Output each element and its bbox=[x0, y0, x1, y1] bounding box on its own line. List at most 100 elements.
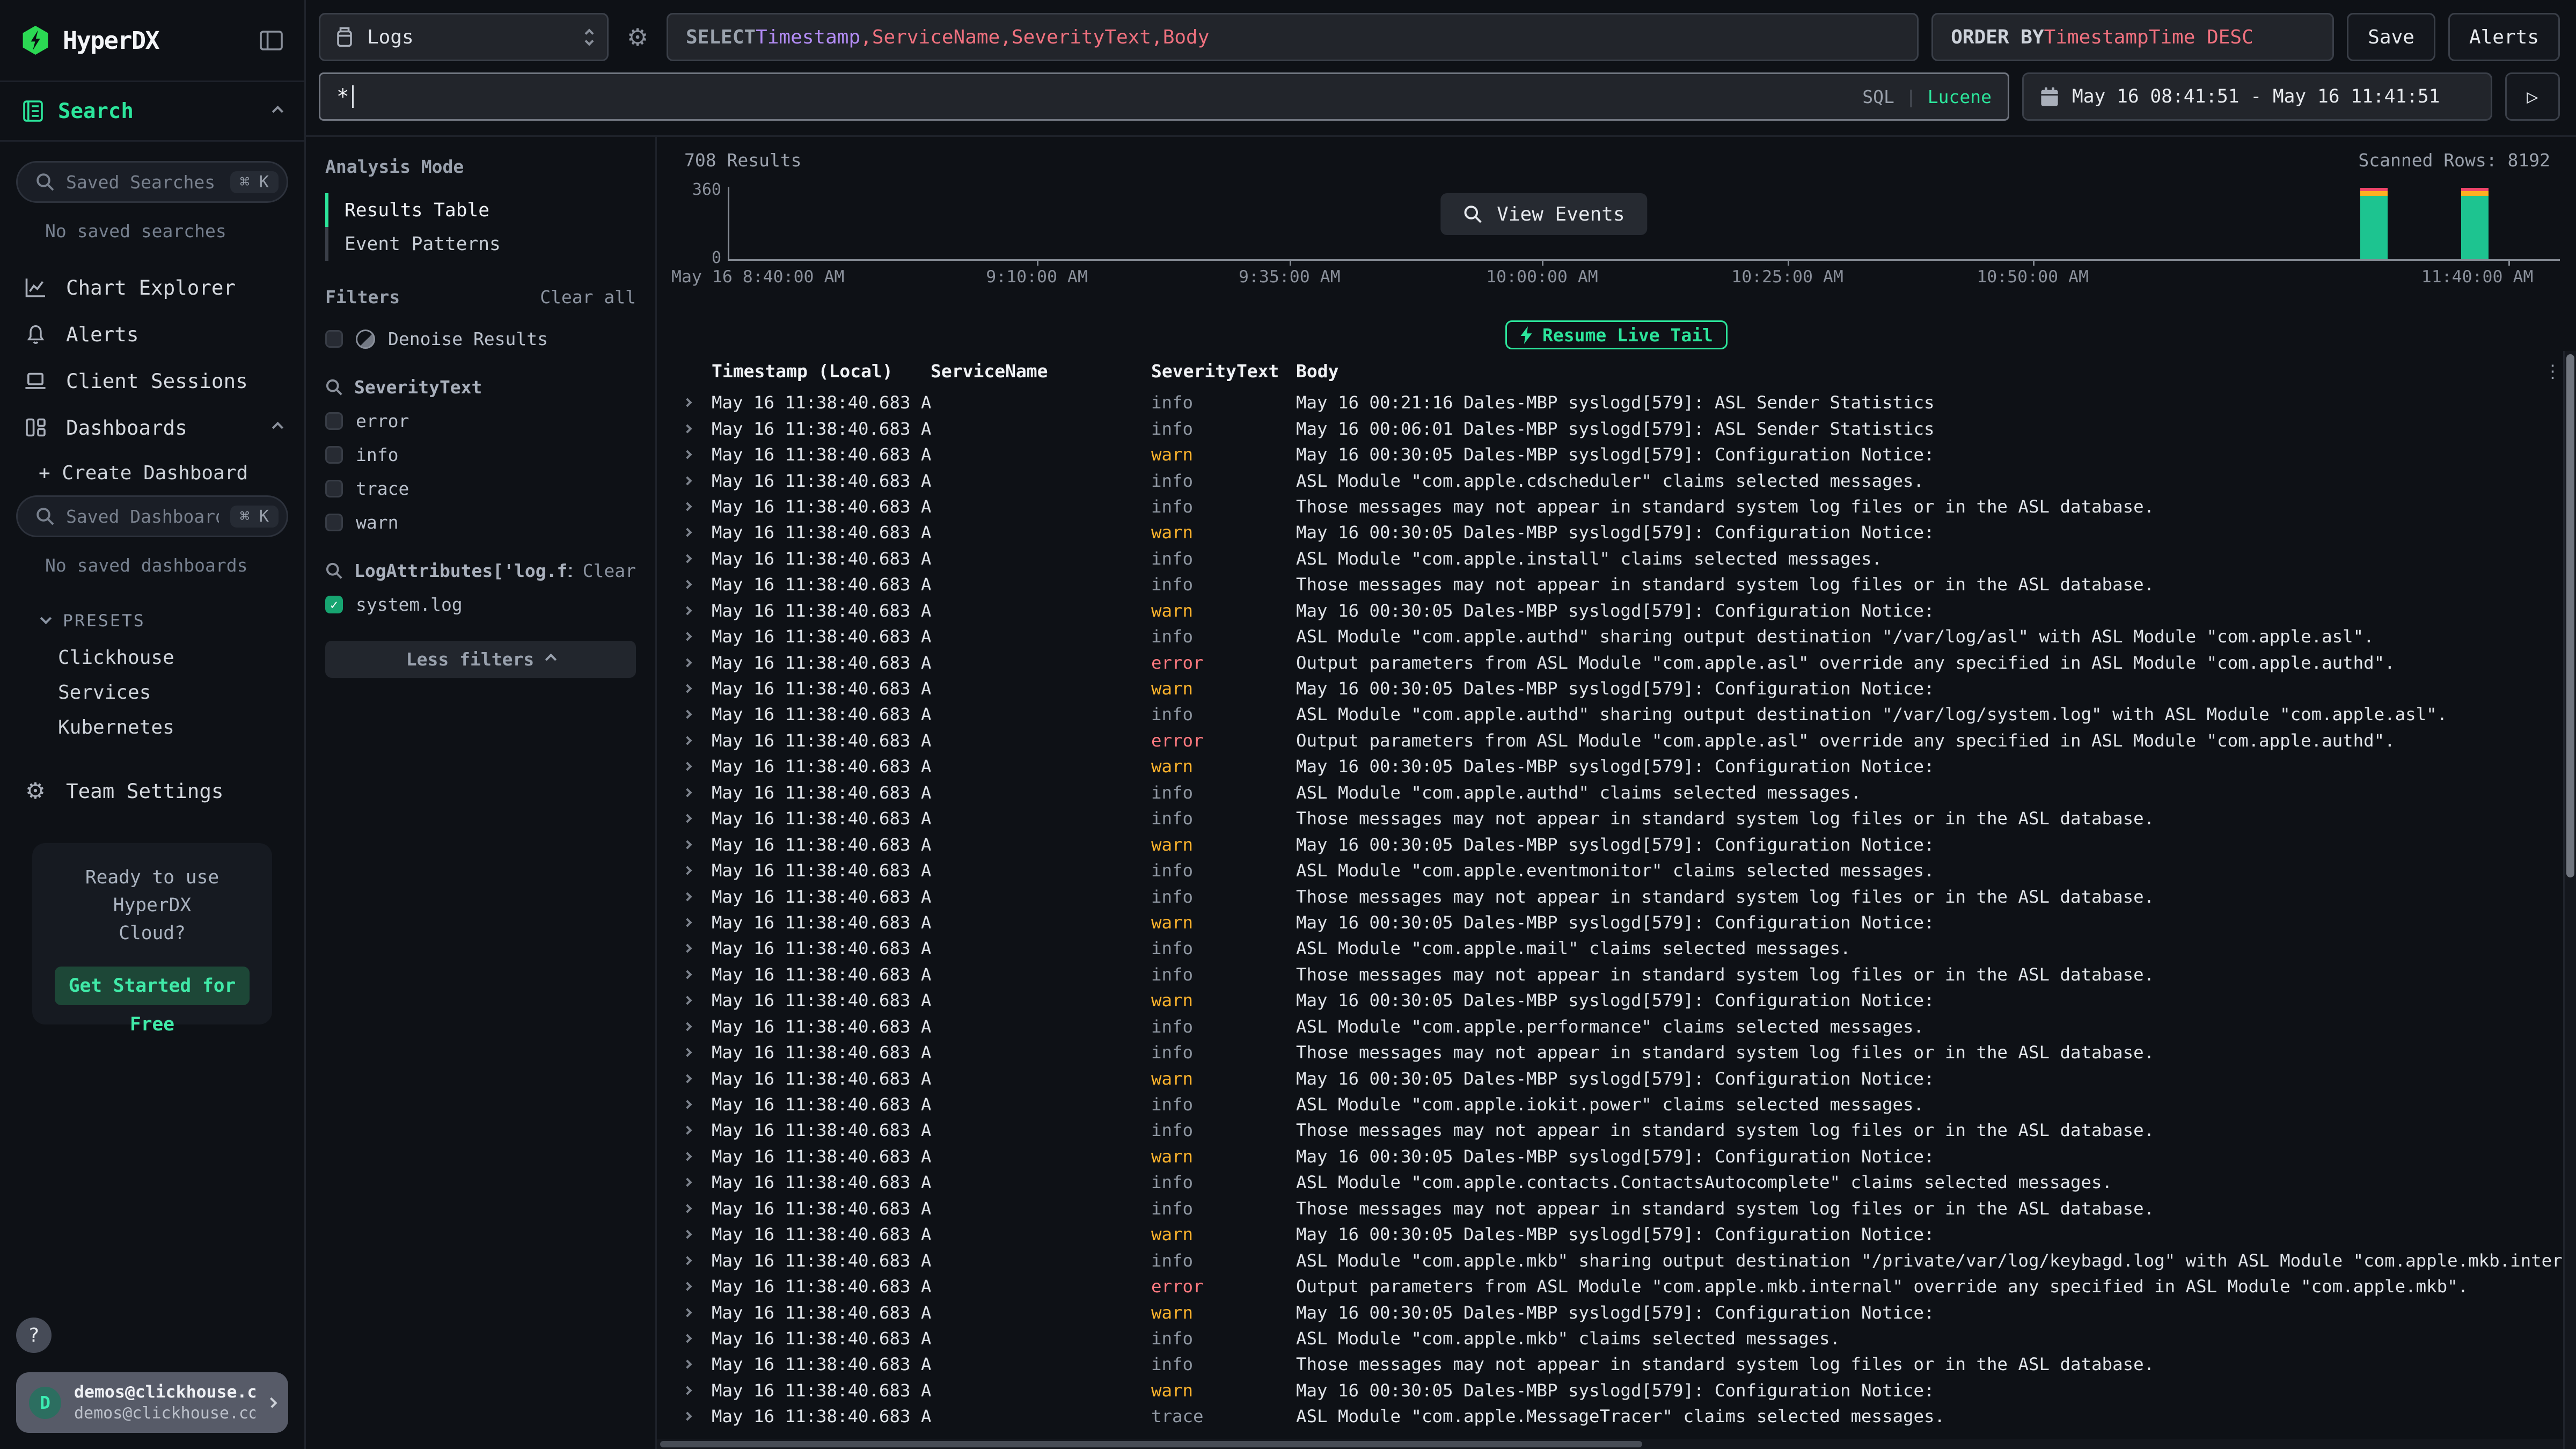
table-row[interactable]: May 16 11:38:40.683 AMwarnMay 16 00:30:0… bbox=[684, 987, 2576, 1013]
table-row[interactable]: May 16 11:38:40.683 AMinfoThose messages… bbox=[684, 1040, 2576, 1065]
table-row[interactable]: May 16 11:38:40.683 AMerrorOutput parame… bbox=[684, 1274, 2576, 1299]
histogram-bar[interactable] bbox=[2461, 187, 2489, 259]
row-expand-chevron-icon[interactable] bbox=[684, 1153, 712, 1160]
table-row[interactable]: May 16 11:38:40.683 AMwarnMay 16 00:30:0… bbox=[684, 753, 2576, 779]
hyperdx-logo[interactable]: HyperDX bbox=[21, 26, 159, 55]
scrollbar-thumb[interactable] bbox=[2566, 354, 2574, 877]
table-row[interactable]: May 16 11:38:40.683 AMinfoThose messages… bbox=[684, 806, 2576, 831]
checkbox[interactable]: ✓ bbox=[325, 596, 343, 613]
row-expand-chevron-icon[interactable] bbox=[684, 971, 712, 978]
row-expand-chevron-icon[interactable] bbox=[684, 737, 712, 744]
less-filters-button[interactable]: Less filters bbox=[325, 641, 636, 678]
table-row[interactable]: May 16 11:38:40.683 AMinfoThose messages… bbox=[684, 1351, 2576, 1377]
row-expand-chevron-icon[interactable] bbox=[684, 1023, 712, 1030]
table-row[interactable]: May 16 11:38:40.683 AMinfoASL Module "co… bbox=[684, 1014, 2576, 1040]
preset-item-kubernetes[interactable]: Kubernetes bbox=[16, 710, 288, 745]
table-row[interactable]: May 16 11:38:40.683 AMwarnMay 16 00:30:0… bbox=[684, 1065, 2576, 1091]
row-expand-chevron-icon[interactable] bbox=[684, 997, 712, 1004]
table-options-kebab-icon[interactable]: ⋮ bbox=[2544, 361, 2562, 382]
row-expand-chevron-icon[interactable] bbox=[684, 1179, 712, 1185]
row-expand-chevron-icon[interactable] bbox=[684, 685, 712, 692]
denoise-results-checkbox[interactable]: Denoise Results bbox=[325, 328, 636, 349]
filter-option[interactable]: ✓system.log bbox=[325, 594, 636, 615]
filter-option[interactable]: trace bbox=[325, 478, 636, 499]
row-expand-chevron-icon[interactable] bbox=[684, 478, 712, 484]
table-row[interactable]: May 16 11:38:40.683 AMinfoASL Module "co… bbox=[684, 858, 2576, 883]
chevron-up-icon[interactable] bbox=[272, 422, 283, 433]
chevron-up-icon[interactable] bbox=[272, 105, 283, 116]
sidebar-item-chart-explorer[interactable]: Chart Explorer bbox=[16, 264, 288, 311]
row-expand-chevron-icon[interactable] bbox=[684, 867, 712, 874]
row-expand-chevron-icon[interactable] bbox=[684, 789, 712, 796]
table-row[interactable]: May 16 11:38:40.683 AMwarnMay 16 00:30:0… bbox=[684, 519, 2576, 545]
row-expand-chevron-icon[interactable] bbox=[684, 1387, 712, 1394]
row-expand-chevron-icon[interactable] bbox=[684, 1413, 712, 1419]
row-expand-chevron-icon[interactable] bbox=[684, 1361, 712, 1367]
table-row[interactable]: May 16 11:38:40.683 AMwarnMay 16 00:30:0… bbox=[684, 910, 2576, 935]
row-expand-chevron-icon[interactable] bbox=[684, 581, 712, 588]
row-expand-chevron-icon[interactable] bbox=[684, 503, 712, 510]
checkbox[interactable] bbox=[325, 514, 343, 531]
sidebar-collapse-icon[interactable] bbox=[259, 30, 283, 51]
row-expand-chevron-icon[interactable] bbox=[684, 1075, 712, 1082]
table-row[interactable]: May 16 11:38:40.683 AMwarnMay 16 00:30:0… bbox=[684, 1299, 2576, 1325]
table-row[interactable]: May 16 11:38:40.683 AMinfoASL Module "co… bbox=[684, 467, 2576, 493]
filter-option[interactable]: warn bbox=[325, 512, 636, 533]
row-expand-chevron-icon[interactable] bbox=[684, 1231, 712, 1238]
histogram-bar[interactable] bbox=[2360, 187, 2388, 259]
analysis-mode-option[interactable]: Event Patterns bbox=[325, 227, 636, 261]
table-row[interactable]: May 16 11:38:40.683 AMwarnMay 16 00:30:0… bbox=[684, 676, 2576, 701]
clear-all-filters-button[interactable]: Clear all bbox=[540, 287, 636, 308]
help-button[interactable]: ? bbox=[16, 1318, 52, 1353]
table-row[interactable]: May 16 11:38:40.683 AMinfoThose messages… bbox=[684, 572, 2576, 597]
filter-option[interactable]: info bbox=[325, 444, 636, 465]
row-expand-chevron-icon[interactable] bbox=[684, 529, 712, 536]
row-expand-chevron-icon[interactable] bbox=[684, 660, 712, 666]
row-expand-chevron-icon[interactable] bbox=[684, 1127, 712, 1133]
table-row[interactable]: May 16 11:38:40.683 AMinfoThose messages… bbox=[684, 962, 2576, 987]
row-expand-chevron-icon[interactable] bbox=[684, 894, 712, 900]
alerts-button[interactable]: Alerts bbox=[2448, 13, 2560, 61]
row-expand-chevron-icon[interactable] bbox=[684, 633, 712, 640]
create-dashboard-button[interactable]: + Create Dashboard bbox=[16, 451, 288, 495]
table-row[interactable]: May 16 11:38:40.683 AMinfoASL Module "co… bbox=[684, 935, 2576, 961]
sidebar-item-alerts[interactable]: Alerts bbox=[16, 311, 288, 357]
table-row[interactable]: May 16 11:38:40.683 AMwarnMay 16 00:30:0… bbox=[684, 442, 2576, 467]
get-started-button[interactable]: Get Started for Free bbox=[55, 967, 250, 1005]
scrollbar-thumb[interactable] bbox=[660, 1441, 1642, 1447]
checkbox[interactable] bbox=[325, 412, 343, 430]
results-histogram[interactable]: 360 0 View Events May 16 8:40:00 AM9:10:… bbox=[728, 187, 2560, 261]
table-row[interactable]: May 16 11:38:40.683 AMinfoASL Module "co… bbox=[684, 1247, 2576, 1273]
table-row[interactable]: May 16 11:38:40.683 AMinfoASL Module "co… bbox=[684, 701, 2576, 727]
language-toggle-sql[interactable]: SQL bbox=[1862, 86, 1894, 107]
row-expand-chevron-icon[interactable] bbox=[684, 945, 712, 952]
table-row[interactable]: May 16 11:38:40.683 AMinfoASL Module "co… bbox=[684, 1169, 2576, 1195]
table-row[interactable]: May 16 11:38:40.683 AMinfoASL Module "co… bbox=[684, 1092, 2576, 1117]
row-expand-chevron-icon[interactable] bbox=[684, 1335, 712, 1342]
row-expand-chevron-icon[interactable] bbox=[684, 763, 712, 770]
table-row[interactable]: May 16 11:38:40.683 AMinfoThose messages… bbox=[684, 1196, 2576, 1221]
table-row[interactable]: May 16 11:38:40.683 AMwarnMay 16 00:30:0… bbox=[684, 598, 2576, 624]
presets-toggle[interactable]: PRESETS bbox=[16, 598, 288, 640]
saved-dashboards-input[interactable]: Saved Dashboards ⌘ K bbox=[16, 495, 288, 537]
row-expand-chevron-icon[interactable] bbox=[684, 1049, 712, 1056]
row-expand-chevron-icon[interactable] bbox=[684, 608, 712, 614]
analysis-mode-option[interactable]: Results Table bbox=[325, 193, 636, 227]
row-expand-chevron-icon[interactable] bbox=[684, 1283, 712, 1290]
table-row[interactable]: May 16 11:38:40.683 AMtraceASL Module "c… bbox=[684, 1403, 2576, 1429]
row-expand-chevron-icon[interactable] bbox=[684, 919, 712, 926]
table-row[interactable]: May 16 11:38:40.683 AMwarnMay 16 00:30:0… bbox=[684, 1221, 2576, 1247]
row-expand-chevron-icon[interactable] bbox=[684, 555, 712, 562]
view-events-button[interactable]: View Events bbox=[1440, 193, 1647, 235]
column-header-timestamp[interactable]: Timestamp (Local) bbox=[712, 361, 931, 382]
resume-live-tail-button[interactable]: Resume Live Tail bbox=[1505, 320, 1728, 349]
column-header-servicename[interactable]: ServiceName bbox=[931, 361, 1151, 382]
preset-item-services[interactable]: Services bbox=[16, 675, 288, 710]
row-expand-chevron-icon[interactable] bbox=[684, 399, 712, 406]
select-clause-input[interactable]: SELECT Timestamp, ServiceName, SeverityT… bbox=[667, 13, 1919, 61]
table-row[interactable]: May 16 11:38:40.683 AMwarnMay 16 00:30:0… bbox=[684, 1144, 2576, 1169]
checkbox[interactable] bbox=[325, 480, 343, 497]
row-expand-chevron-icon[interactable] bbox=[684, 1309, 712, 1316]
sidebar-item-client-sessions[interactable]: Client Sessions bbox=[16, 357, 288, 404]
table-row[interactable]: May 16 11:38:40.683 AMinfoThose messages… bbox=[684, 494, 2576, 519]
